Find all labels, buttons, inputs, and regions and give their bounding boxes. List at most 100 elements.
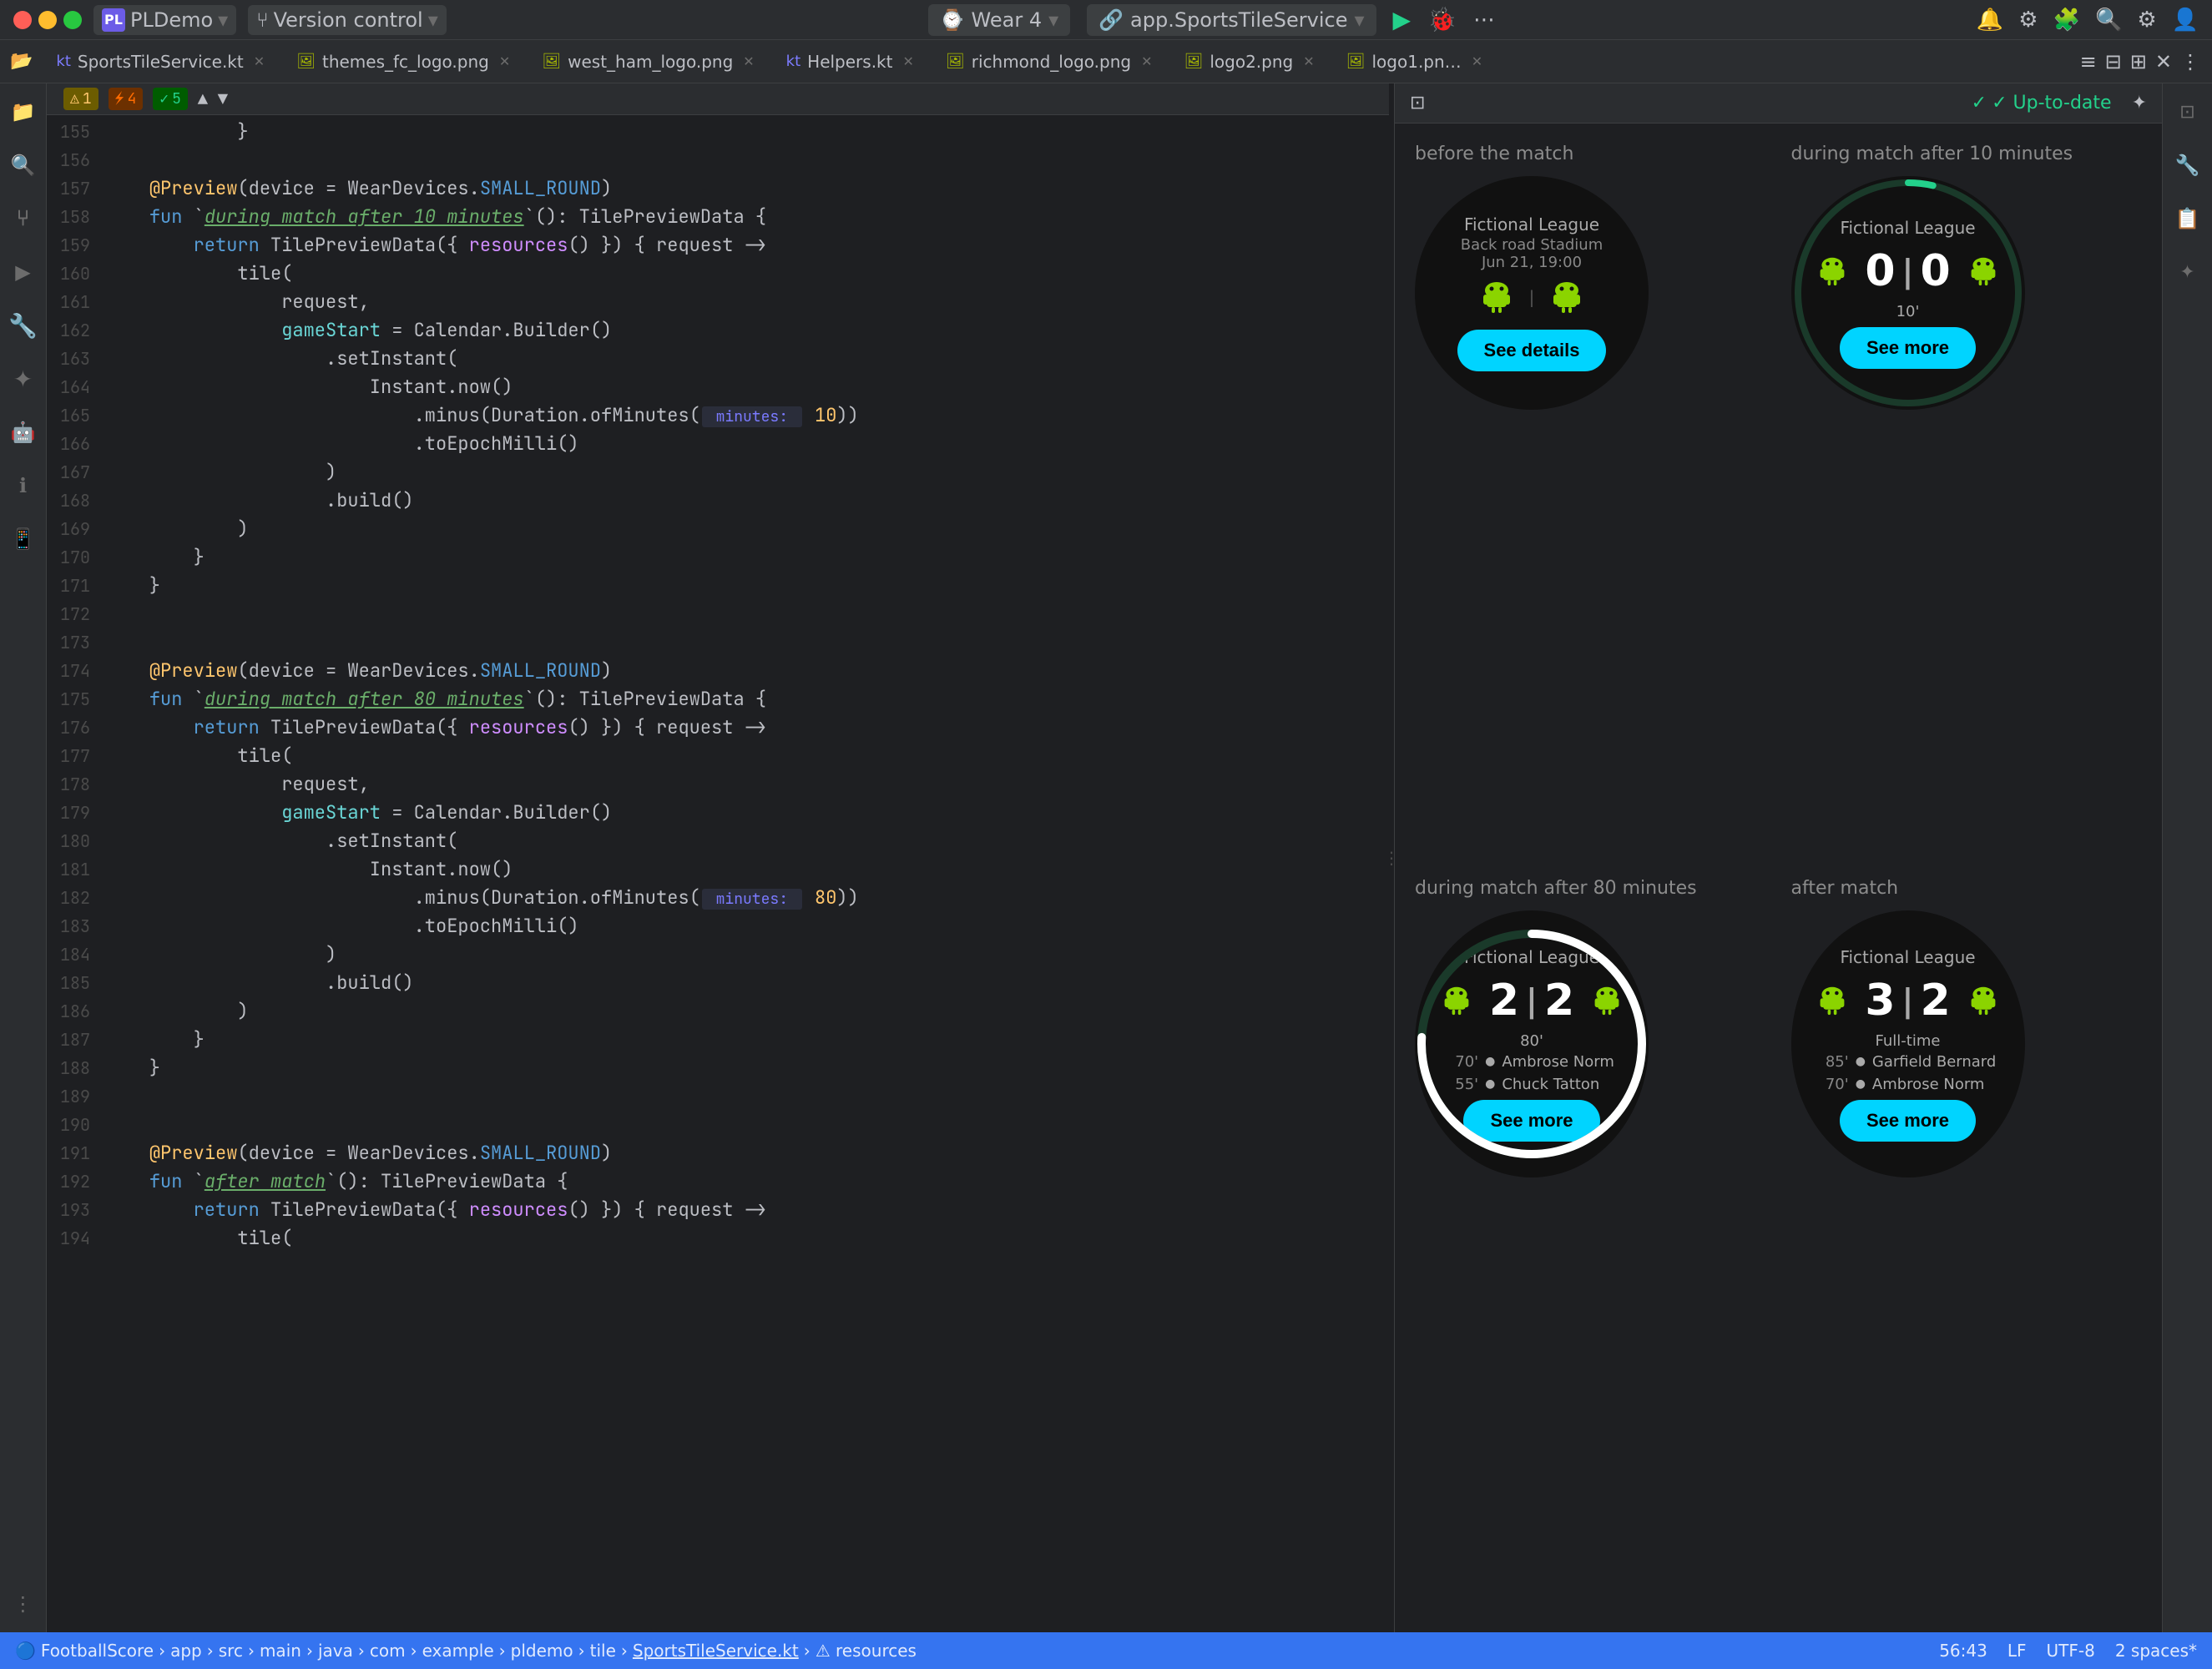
preview-header: ⊡ ✓ ✓ Up-to-date ✦ — [1395, 83, 2162, 124]
preview-card-during-80: during match after 80 minutes Fictional … — [1415, 878, 1766, 1612]
sidebar-icon-run[interactable]: ▶ — [5, 254, 42, 290]
tabbar: 📂 kt SportsTileService.kt ✕ 🖼 themes_fc_… — [0, 40, 2212, 83]
tab-close-themes[interactable]: ✕ — [499, 53, 510, 69]
sidebar-icon-info[interactable]: ℹ — [5, 467, 42, 504]
close-button[interactable] — [13, 11, 32, 29]
tab-close-west-ham[interactable]: ✕ — [743, 53, 754, 69]
after-match-teams: 3 | 2 — [1813, 976, 2002, 1026]
more-run-button[interactable]: ⋯ — [1473, 8, 1495, 33]
sidebar-icon-vcs[interactable]: ⑂ — [5, 200, 42, 237]
before-match-league: Fictional League — [1464, 214, 1599, 234]
code-line-191: 191 @Preview(device = WearDevices.SMALL_… — [47, 1140, 1389, 1168]
ide-settings-icon[interactable]: ⚙ — [2137, 8, 2156, 33]
tab-themes-logo[interactable]: 🖼 themes_fc_logo.png ✕ — [281, 40, 525, 83]
sidebar-icon-android[interactable]: 🤖 — [5, 414, 42, 451]
bc-football: 🔵 — [15, 1641, 36, 1661]
warning-orange-badge[interactable]: ⚡ 4 — [109, 88, 144, 110]
tab-close-richmond[interactable]: ✕ — [1141, 53, 1152, 69]
extensions-icon[interactable]: 🧩 — [2053, 8, 2080, 33]
service-selector[interactable]: 🔗 app.SportsTileService ▾ — [1087, 4, 1376, 36]
code-editor[interactable]: ⚠ 1 ⚡ 4 ✓ 5 ▲ ▼ 155 } 156 — [47, 83, 1389, 1632]
right-sidebar-icon-1[interactable]: ⊡ — [2169, 93, 2206, 130]
notifications-icon[interactable]: 🔔 — [1977, 8, 2003, 33]
line-ending[interactable]: LF — [2007, 1641, 2027, 1661]
service-chevron-icon: ▾ — [1355, 8, 1365, 32]
bc-tile: tile — [590, 1641, 616, 1661]
preview-panel-icon[interactable]: ⊡ — [1410, 93, 1425, 113]
sidebar-icon-search[interactable]: 🔍 — [5, 147, 42, 184]
warning-green-badge[interactable]: ✓ 5 — [153, 88, 188, 110]
split-vertical-icon[interactable]: ⊞ — [2130, 50, 2147, 73]
maximize-button[interactable] — [63, 11, 82, 29]
score-divider-before: | — [1529, 287, 1535, 307]
vcs-chevron-icon: ▾ — [428, 8, 438, 32]
warning-nav-up[interactable]: ▲ — [198, 88, 208, 110]
tab-west-ham[interactable]: 🖼 west_ham_logo.png ✕ — [527, 40, 769, 83]
tab-richmond[interactable]: 🖼 richmond_logo.png ✕ — [931, 40, 1168, 83]
warning-nav-down[interactable]: ▼ — [218, 88, 228, 110]
wear-selector[interactable]: ⌚ Wear 4 ▾ — [928, 4, 1071, 36]
after-match-scorers: 85' ● Garfield Bernard 70' ● Ambrose Nor… — [1820, 1053, 1997, 1093]
close-editor-icon[interactable]: ✕ — [2155, 50, 2172, 73]
watch-face-before-match: Fictional League Back road Stadium Jun 2… — [1415, 176, 1649, 410]
after-scorer-min-2: 70' — [1820, 1076, 1849, 1093]
before-match-venue: Back road Stadium — [1461, 236, 1603, 254]
code-line-186: 186 ) — [47, 998, 1389, 1026]
status-right: 56:43 LF UTF-8 2 spaces* — [1939, 1641, 2197, 1661]
see-details-button[interactable]: See details — [1457, 330, 1607, 371]
sidebar-icon-file-explorer[interactable]: 📁 — [5, 93, 42, 130]
tab-close-logo1[interactable]: ✕ — [1472, 53, 1482, 69]
code-line-183: 183 .toEpochMilli() — [47, 913, 1389, 941]
tab-sports-tile[interactable]: kt SportsTileService.kt ✕ — [41, 40, 280, 83]
score-home-after: 3 — [1865, 976, 1895, 1026]
sidebar-icon-more[interactable]: ⋮ — [5, 1586, 42, 1622]
editor-scroll-area[interactable]: 155 } 156 157 @Preview(device = WearDevi… — [47, 115, 1389, 1632]
right-sidebar-icon-4[interactable]: ✦ — [2169, 254, 2206, 290]
bc-resources: ⚠ resources — [816, 1641, 917, 1661]
code-line-177: 177 tile( — [47, 743, 1389, 771]
after-match-score: 3 | 2 — [1865, 976, 1950, 1026]
code-line-165: 165 .minus(Duration.ofMinutes( minutes: … — [47, 402, 1389, 431]
right-sidebar-icon-2[interactable]: 🔧 — [2169, 147, 2206, 184]
tab-logo2[interactable]: 🖼 logo2.png ✕ — [1169, 40, 1330, 83]
split-horizontal-icon[interactable]: ⊟ — [2105, 50, 2122, 73]
minimize-button[interactable] — [38, 11, 57, 29]
code-line-168: 168 .build() — [47, 487, 1389, 516]
tab-close-sports-tile[interactable]: ✕ — [254, 53, 265, 69]
sidebar-icon-tools[interactable]: 🔧 — [5, 307, 42, 344]
preview-label-before-match: before the match — [1415, 144, 1573, 164]
project-label[interactable]: PL PLDemo ▾ — [93, 5, 236, 35]
preview-label-during-80: during match after 80 minutes — [1415, 878, 1697, 899]
right-sidebar-icon-3[interactable]: 📋 — [2169, 200, 2206, 237]
more-tabs-icon[interactable]: ⋮ — [2180, 50, 2200, 73]
cursor-position[interactable]: 56:43 — [1939, 1641, 1987, 1661]
sidebar-icon-device[interactable]: 📱 — [5, 521, 42, 557]
toolbar-settings-icon[interactable]: ⚙ — [2018, 8, 2038, 33]
user-avatar[interactable]: 👤 — [2172, 8, 2199, 33]
project-tree-icon[interactable]: 📂 — [3, 51, 39, 72]
debug-button[interactable]: 🐞 — [1427, 6, 1457, 33]
indent[interactable]: 2 spaces* — [2115, 1641, 2197, 1661]
away-team-icon — [1548, 278, 1586, 316]
run-button[interactable]: ▶ — [1393, 6, 1412, 33]
preview-more-icon[interactable]: ✦ — [2132, 93, 2147, 113]
code-line-194: 194 tile( — [47, 1225, 1389, 1253]
see-more-button-after[interactable]: See more — [1840, 1100, 1976, 1142]
vcs-label[interactable]: ⑂ Version control ▾ — [248, 5, 447, 35]
charset[interactable]: UTF-8 — [2047, 1641, 2095, 1661]
tab-close-helpers[interactable]: ✕ — [902, 53, 913, 69]
up-to-date-badge: ✓ ✓ Up-to-date — [1972, 93, 2112, 113]
tab-logo1[interactable]: 🖼 logo1.pn… ✕ — [1331, 40, 1497, 83]
tab-list-icon[interactable]: ≡ — [2080, 50, 2097, 73]
project-chevron-icon: ▾ — [218, 8, 228, 32]
right-sidebar: ⊡ 🔧 📋 ✦ — [2162, 83, 2212, 1632]
search-everywhere-icon[interactable]: 🔍 — [2095, 8, 2122, 33]
checkmark-icon: ✓ — [1972, 93, 1987, 113]
sidebar-icon-design[interactable]: ✦ — [5, 361, 42, 397]
tab-close-logo2[interactable]: ✕ — [1303, 53, 1314, 69]
resize-handle[interactable] — [1389, 83, 1394, 1632]
tab-helpers[interactable]: kt Helpers.kt ✕ — [771, 40, 929, 83]
bc-file[interactable]: SportsTileService.kt — [633, 1641, 799, 1661]
code-line-179: 179 gameStart = Calendar.Builder() — [47, 799, 1389, 828]
warning-yellow-badge[interactable]: ⚠ 1 — [63, 88, 98, 110]
